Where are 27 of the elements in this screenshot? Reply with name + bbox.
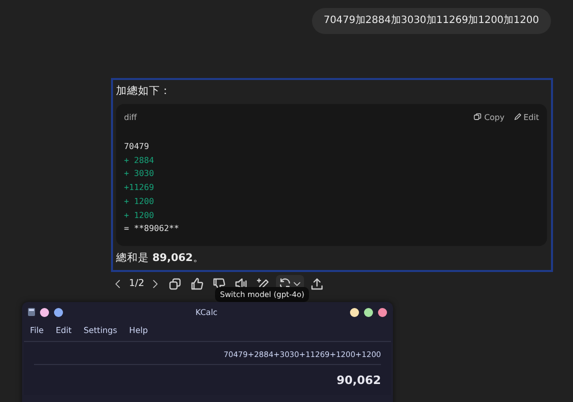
menu-item[interactable]: File xyxy=(30,325,44,335)
code-language: diff xyxy=(124,112,137,122)
answer-conclusion: 總和是 89,062。 xyxy=(116,250,205,266)
upload-icon xyxy=(310,276,324,291)
close-button[interactable] xyxy=(378,308,387,316)
user-message: 70479加2884加3030加11269加1200加1200 xyxy=(312,8,551,34)
code-line: + 2884 xyxy=(124,154,155,167)
code-line: + 3030 xyxy=(124,167,155,180)
calculator-icon xyxy=(28,308,35,316)
menu-item[interactable]: Settings xyxy=(84,325,118,335)
answer-intro: 加總如下： xyxy=(116,84,172,99)
menu-item[interactable]: Help xyxy=(129,325,148,335)
result-text: 90,062 xyxy=(336,373,381,387)
copy-icon xyxy=(168,276,182,291)
edit-button[interactable]: Edit xyxy=(512,110,539,124)
thumbs-up-icon xyxy=(190,276,204,291)
copy-button[interactable]: Copy xyxy=(473,110,504,124)
maximize-button[interactable] xyxy=(364,308,373,316)
code-line: = **89062** xyxy=(124,222,180,236)
window-title: KCalc xyxy=(194,308,218,316)
code-line: + 1200 xyxy=(124,194,155,208)
page-counter: 1/2 xyxy=(129,278,144,290)
code-line: 70479 xyxy=(124,140,150,153)
code-line: + 1200 xyxy=(124,208,155,222)
minimize-button[interactable] xyxy=(350,308,359,316)
code-line: +11269 xyxy=(124,181,155,194)
menu-item[interactable]: Edit xyxy=(56,325,72,335)
